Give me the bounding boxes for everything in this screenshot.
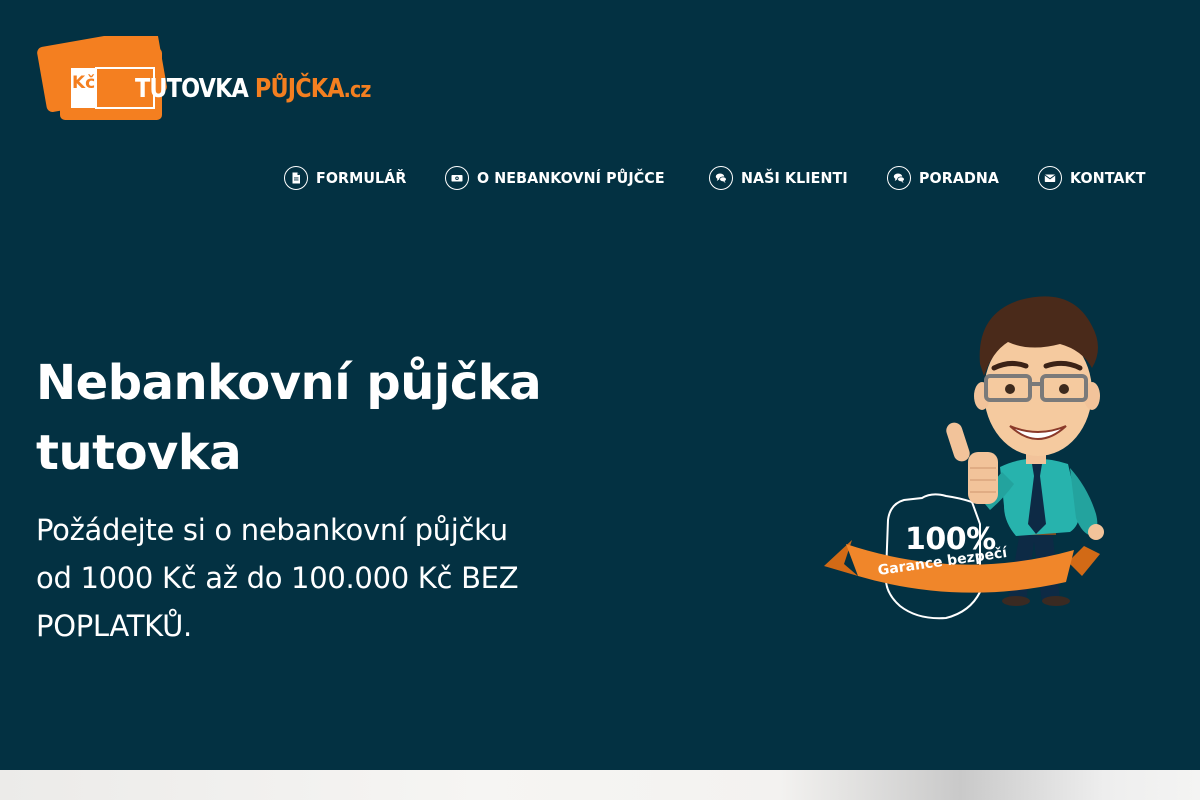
- nav-item-nasi-klienti[interactable]: NAŠI KLIENTI: [708, 166, 853, 190]
- nav-item-formular[interactable]: FORMULÁŘ: [284, 166, 411, 190]
- mascot-illustration: 100% Garance bezpečí: [820, 292, 1120, 627]
- hero-subtitle: Požádejte si o nebankovní půjčku od 1000…: [36, 513, 519, 643]
- hero-title-line1: Nebankovní půjčka: [36, 355, 542, 411]
- hero-title-line2: tutovka: [36, 425, 242, 481]
- nav-item-poradna[interactable]: PORADNA: [887, 166, 1003, 190]
- nav-label: NAŠI KLIENTI: [740, 169, 848, 187]
- hero-title: Nebankovní půjčka tutovka: [36, 348, 556, 488]
- chat-icon: [708, 166, 733, 190]
- logo-badge-text: Kč: [72, 73, 95, 93]
- logo-wordmark: TUTOVKA PŮJČKA.cz: [135, 76, 371, 102]
- logo-word-tutovka: TUTOVKA: [135, 74, 255, 104]
- nav-item-o-nebankovni-pujcce[interactable]: O NEBANKOVNÍ PŮJČCE: [445, 166, 675, 190]
- document-icon: [284, 166, 309, 190]
- envelope-icon: [1037, 166, 1062, 190]
- nav-label: FORMULÁŘ: [316, 169, 407, 187]
- main-nav: FORMULÁŘ O NEBANKOVNÍ PŮJČCE NAŠI KLIENT…: [284, 166, 1149, 190]
- nav-label: O NEBANKOVNÍ PŮJČCE: [477, 169, 666, 187]
- site-logo[interactable]: Kč TUTOVKA PŮJČKA.cz: [36, 27, 371, 122]
- chat-icon: [887, 166, 912, 190]
- nav-label: KONTAKT: [1069, 169, 1146, 187]
- page: Kč TUTOVKA PŮJČKA.cz FORMULÁŘ O NEBANKOV…: [0, 0, 1200, 800]
- money-icon: [445, 166, 470, 190]
- next-section-strip: [0, 770, 1200, 800]
- logo-word-cz: .cz: [343, 78, 372, 103]
- mascot-graphic: [824, 296, 1104, 620]
- nav-item-kontakt[interactable]: KONTAKT: [1037, 166, 1150, 190]
- logo-word-pujcka: PŮJČKA: [254, 74, 345, 104]
- nav-label: PORADNA: [919, 169, 1000, 187]
